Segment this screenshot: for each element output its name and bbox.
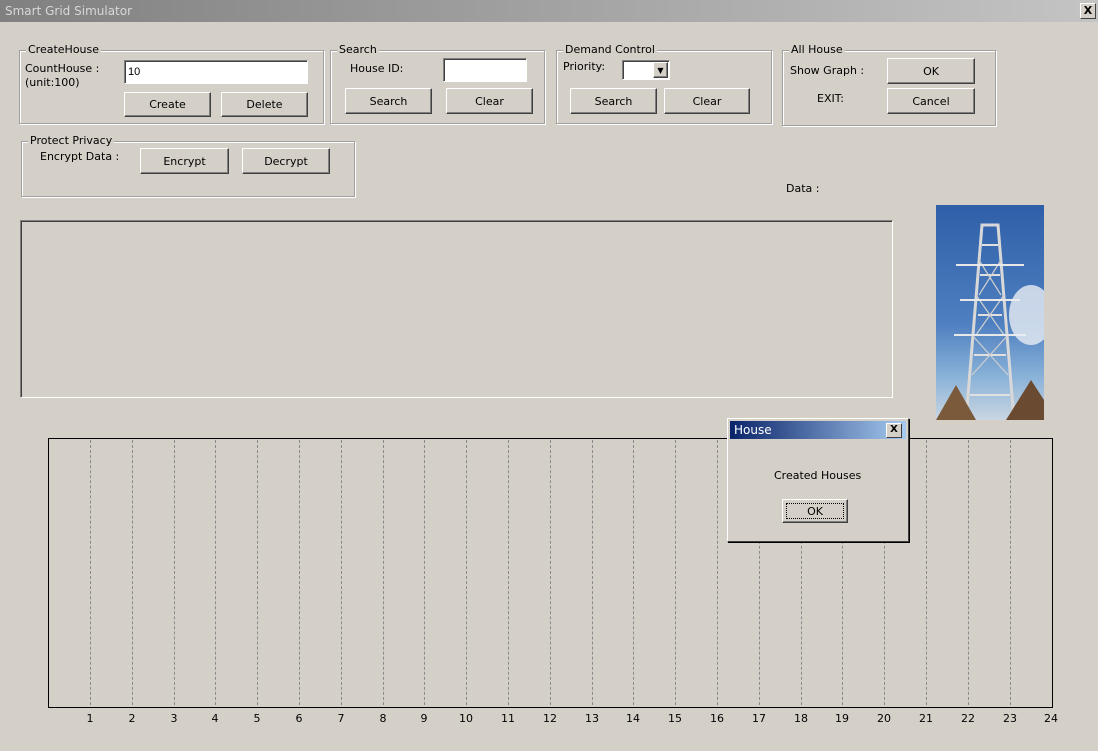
graph-tick-label: 15 (668, 712, 682, 725)
graph-gridline (592, 440, 593, 705)
graph-gridline (174, 440, 175, 705)
count-house-label: CountHouse : (25, 62, 100, 75)
power-tower-icon (936, 223, 1044, 420)
graph-tick-label: 19 (835, 712, 849, 725)
graph-gridline (926, 440, 927, 705)
demand-search-button[interactable]: Search (570, 88, 657, 114)
all-house-legend: All House (789, 43, 845, 56)
encrypt-data-label: Encrypt Data : (40, 150, 120, 163)
decrypt-button[interactable]: Decrypt (242, 148, 330, 174)
graph-tick-label: 11 (501, 712, 515, 725)
priority-select[interactable]: ▼ (622, 60, 670, 80)
graph-gridline (132, 440, 133, 705)
data-label: Data : (786, 182, 820, 195)
power-tower-image (936, 205, 1044, 420)
dialog-ok-button[interactable]: OK (782, 499, 848, 523)
data-display-area (20, 220, 893, 398)
house-dialog: House X Created Houses OK (727, 418, 909, 542)
demand-control-legend: Demand Control (563, 43, 657, 56)
graph-tick-label: 23 (1003, 712, 1017, 725)
priority-label: Priority: (563, 60, 606, 73)
graph-tick-label: 14 (626, 712, 640, 725)
dialog-titlebar: House X (730, 421, 906, 439)
graph-tick-label: 12 (543, 712, 557, 725)
graph-gridline (675, 440, 676, 705)
graph-gridline (550, 440, 551, 705)
graph-gridline (383, 440, 384, 705)
graph-tick-label: 8 (379, 712, 387, 725)
graph-tick-label: 10 (459, 712, 473, 725)
unit-label: (unit:100) (25, 76, 80, 89)
dialog-close-icon[interactable]: X (886, 423, 902, 438)
graph-gridline (508, 440, 509, 705)
graph-tick-label: 24 (1044, 712, 1058, 725)
graph-tick-label: 21 (919, 712, 933, 725)
graph-tick-label: 22 (961, 712, 975, 725)
chevron-down-icon[interactable]: ▼ (653, 62, 668, 78)
graph-tick-label: 6 (295, 712, 303, 725)
house-id-label: House ID: (350, 62, 404, 75)
graph-tick-label: 1 (86, 712, 94, 725)
demand-clear-button[interactable]: Clear (664, 88, 750, 114)
dialog-title: House (734, 423, 772, 437)
delete-button[interactable]: Delete (221, 92, 308, 117)
graph-tick-label: 5 (253, 712, 261, 725)
search-legend: Search (337, 43, 379, 56)
graph-tick-label: 7 (337, 712, 345, 725)
graph-gridline (968, 440, 969, 705)
graph-gridline (257, 440, 258, 705)
graph-gridline (1010, 440, 1011, 705)
graph-tick-label: 13 (585, 712, 599, 725)
graph-tick-label: 18 (794, 712, 808, 725)
graph-gridline (90, 440, 91, 705)
window-close-icon[interactable]: X (1080, 3, 1096, 19)
graph-gridline (466, 440, 467, 705)
graph-gridline (215, 440, 216, 705)
graph-tick-label: 17 (752, 712, 766, 725)
graph-gridline (717, 440, 718, 705)
graph-tick-label: 3 (170, 712, 178, 725)
graph-gridline (341, 440, 342, 705)
count-house-input[interactable] (124, 60, 308, 84)
graph-tick-label: 9 (420, 712, 428, 725)
show-graph-ok-button[interactable]: OK (887, 58, 975, 84)
graph-tick-label: 4 (211, 712, 219, 725)
create-house-legend: CreateHouse (26, 43, 102, 56)
graph-gridline (424, 440, 425, 705)
search-button[interactable]: Search (345, 88, 432, 114)
encrypt-button[interactable]: Encrypt (140, 148, 229, 174)
graph-tick-label: 20 (877, 712, 891, 725)
graph-tick-label: 2 (128, 712, 136, 725)
exit-label: EXIT: (817, 92, 844, 105)
window-title: Smart Grid Simulator (5, 4, 133, 18)
create-button[interactable]: Create (124, 92, 211, 117)
show-graph-label: Show Graph : (790, 64, 865, 77)
window-titlebar: Smart Grid Simulator X (0, 0, 1098, 22)
graph-tick-label: 16 (710, 712, 724, 725)
search-clear-button[interactable]: Clear (446, 88, 533, 114)
protect-privacy-legend: Protect Privacy (28, 134, 115, 147)
house-id-input[interactable] (443, 58, 527, 82)
dialog-message: Created Houses (774, 469, 862, 482)
graph-gridline (299, 440, 300, 705)
exit-cancel-button[interactable]: Cancel (887, 88, 975, 114)
graph-gridline (633, 440, 634, 705)
